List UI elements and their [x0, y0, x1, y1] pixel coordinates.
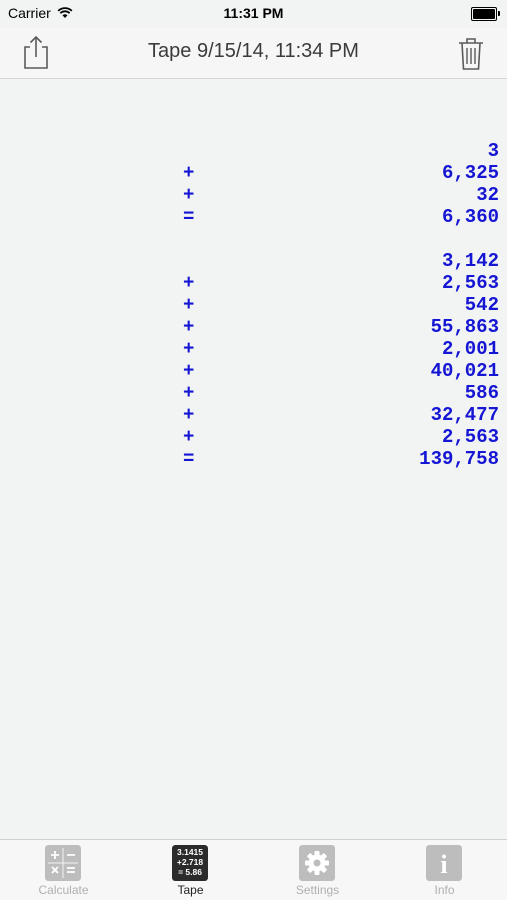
tape-operator: +	[183, 382, 195, 404]
tab-settings[interactable]: Settings	[254, 840, 381, 900]
tape-operator: +	[183, 184, 195, 206]
tape-value: 32,477	[430, 404, 499, 426]
tab-label: Info	[434, 883, 455, 897]
tab-calculate[interactable]: Calculate	[0, 840, 127, 900]
tape-value: 6,360	[441, 206, 499, 228]
tape-value: 6,325	[441, 162, 499, 184]
tape-row: +55,863	[0, 316, 507, 338]
tape-row: +32,477	[0, 404, 507, 426]
tape-operator: +	[183, 426, 195, 448]
tab-bar: Calculate 3.1415 +2.718 = 5.86 Tape Sett…	[0, 839, 507, 900]
info-icon-glyph: i	[440, 850, 447, 879]
tape-row: +2,563	[0, 426, 507, 448]
gear-icon	[299, 845, 335, 881]
tape-row: +542	[0, 294, 507, 316]
calculator-icon	[45, 845, 81, 881]
tape-operator: +	[183, 316, 195, 338]
tape-operator: =	[183, 448, 195, 470]
tape-row: +6,325	[0, 162, 507, 184]
battery-icon	[471, 7, 500, 21]
tape-icon-line-1: 3.1415	[177, 847, 203, 857]
tape-icon: 3.1415 +2.718 = 5.86	[172, 845, 208, 881]
info-icon: i	[426, 845, 462, 881]
tab-label: Tape	[177, 883, 204, 897]
tape-value: 32	[476, 184, 499, 206]
status-time: 11:31 PM	[223, 5, 284, 21]
tape-icon-line-3: = 5.86	[178, 867, 202, 877]
tape-row: +32	[0, 184, 507, 206]
tape-row: = 139,758	[0, 448, 507, 470]
tape-operator: +	[183, 404, 195, 426]
tape-value: 40,021	[430, 360, 499, 382]
tape-value: 2,563	[441, 426, 499, 448]
tape-operator: +	[183, 294, 195, 316]
tape-list: 3 +6,325 +32 = 6,360 3,142 +2,563 +542 +5…	[0, 140, 507, 470]
tape-row: +2,001	[0, 338, 507, 360]
tape-spacer-row	[0, 228, 507, 250]
tape-operator: =	[183, 206, 195, 228]
tape-row: 3	[0, 140, 507, 162]
tape-row: = 6,360	[0, 206, 507, 228]
tab-tape[interactable]: 3.1415 +2.718 = 5.86 Tape	[127, 840, 254, 900]
tape-operator: +	[183, 338, 195, 360]
tape-value: 542	[464, 294, 499, 316]
status-bar: Carrier 11:31 PM	[0, 0, 507, 28]
tab-label: Calculate	[38, 883, 89, 897]
tape-value: 55,863	[430, 316, 499, 338]
tape-icon-line-2: +2.718	[177, 857, 204, 867]
tape-value: 3,142	[441, 250, 499, 272]
tape-value: 3	[487, 140, 499, 162]
tab-info[interactable]: i Info	[381, 840, 507, 900]
page-title: Tape 9/15/14, 11:34 PM	[148, 40, 359, 62]
tape-operator: +	[183, 162, 195, 184]
tab-label: Settings	[295, 883, 340, 897]
tape-operator: +	[183, 272, 195, 294]
tape-row: +2,563	[0, 272, 507, 294]
tape-value: 2,563	[441, 272, 499, 294]
tape-row: +586	[0, 382, 507, 404]
tape-operator: +	[183, 360, 195, 382]
trash-icon	[459, 38, 483, 70]
tape-row: +40,021	[0, 360, 507, 382]
tape-row: 3,142	[0, 250, 507, 272]
tape-value: 139,758	[419, 448, 499, 470]
nav-bar: Tape 9/15/14, 11:34 PM	[0, 28, 507, 79]
tape-value: 586	[464, 382, 499, 404]
tape-value: 2,001	[441, 338, 499, 360]
trash-button[interactable]	[455, 34, 487, 72]
